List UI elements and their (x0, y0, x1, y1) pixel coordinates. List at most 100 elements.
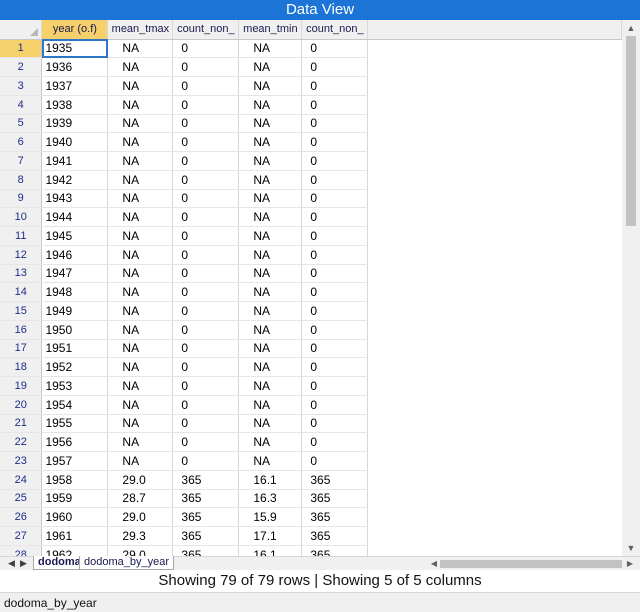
table-cell[interactable]: NA (238, 264, 303, 284)
table-row[interactable]: 14 1948 NA 0 NA 0 (0, 282, 622, 302)
column-header[interactable]: mean_tmin (238, 20, 303, 40)
row-number[interactable]: 22 (0, 432, 43, 452)
table-cell[interactable]: 0 (172, 57, 240, 77)
row-number[interactable]: 10 (0, 207, 43, 227)
table-cell[interactable]: 1935 (41, 39, 109, 59)
table-cell[interactable]: 0 (301, 339, 369, 359)
row-number[interactable]: 17 (0, 339, 43, 359)
row-number[interactable]: 19 (0, 376, 43, 396)
table-cell[interactable]: 1941 (41, 151, 109, 171)
table-cell[interactable]: NA (238, 207, 303, 227)
table-row[interactable]: 15 1949 NA 0 NA 0 (0, 301, 622, 321)
table-cell[interactable]: NA (107, 451, 174, 471)
table-cell[interactable]: 16.1 (238, 470, 303, 490)
table-cell[interactable]: 0 (301, 189, 369, 209)
table-cell[interactable]: 365 (172, 470, 240, 490)
table-cell[interactable]: NA (238, 226, 303, 246)
row-number[interactable]: 27 (0, 526, 43, 546)
table-cell[interactable]: 1957 (41, 451, 109, 471)
table-cell[interactable]: NA (238, 189, 303, 209)
table-cell[interactable]: 365 (301, 545, 369, 556)
row-number[interactable]: 25 (0, 489, 43, 509)
table-cell[interactable]: NA (107, 170, 174, 190)
table-cell[interactable]: 1945 (41, 226, 109, 246)
table-cell[interactable]: 0 (301, 226, 369, 246)
table-cell[interactable]: 15.9 (238, 507, 303, 527)
row-number[interactable]: 12 (0, 245, 43, 265)
table-cell[interactable]: 29.3 (107, 526, 174, 546)
table-row[interactable]: 26 1960 29.0 365 15.9 365 (0, 507, 622, 527)
table-cell[interactable]: NA (238, 76, 303, 96)
table-cell[interactable]: 0 (301, 57, 369, 77)
table-cell[interactable]: 365 (172, 526, 240, 546)
table-cell[interactable]: NA (238, 114, 303, 134)
table-cell[interactable]: 17.1 (238, 526, 303, 546)
row-number[interactable]: 7 (0, 151, 43, 171)
table-cell[interactable]: 0 (172, 170, 240, 190)
table-cell[interactable]: NA (107, 57, 174, 77)
table-cell[interactable]: 365 (301, 489, 369, 509)
column-header[interactable]: year (o.f) (41, 20, 109, 40)
table-cell[interactable]: NA (107, 395, 174, 415)
table-cell[interactable]: 0 (301, 207, 369, 227)
table-cell[interactable]: NA (107, 301, 174, 321)
row-number[interactable]: 3 (0, 76, 43, 96)
table-cell[interactable]: 0 (301, 320, 369, 340)
table-cell[interactable]: 0 (301, 432, 369, 452)
table-cell[interactable]: NA (107, 339, 174, 359)
vertical-scroll-thumb[interactable] (626, 36, 636, 226)
table-cell[interactable]: 1937 (41, 76, 109, 96)
row-number[interactable]: 9 (0, 189, 43, 209)
horizontal-scroll-thumb[interactable] (440, 560, 622, 568)
table-cell[interactable]: 365 (172, 489, 240, 509)
table-cell[interactable]: NA (107, 414, 174, 434)
table-cell[interactable]: NA (107, 76, 174, 96)
row-number[interactable]: 4 (0, 95, 43, 115)
table-cell[interactable]: 1962 (41, 545, 109, 556)
table-cell[interactable]: NA (238, 39, 303, 59)
table-cell[interactable]: 0 (172, 376, 240, 396)
table-row[interactable]: 27 1961 29.3 365 17.1 365 (0, 526, 622, 546)
table-cell[interactable]: 1948 (41, 282, 109, 302)
table-cell[interactable]: NA (238, 151, 303, 171)
table-row[interactable]: 8 1942 NA 0 NA 0 (0, 170, 622, 190)
table-cell[interactable]: 28.7 (107, 489, 174, 509)
table-cell[interactable]: NA (107, 357, 174, 377)
table-cell[interactable]: NA (238, 282, 303, 302)
table-cell[interactable]: 0 (172, 414, 240, 434)
table-cell[interactable]: NA (107, 264, 174, 284)
scroll-right-arrow-icon[interactable]: ▶ (624, 557, 636, 570)
table-cell[interactable]: 0 (301, 414, 369, 434)
table-cell[interactable]: NA (238, 432, 303, 452)
table-row[interactable]: 28 1962 29.0 365 16.1 365 (0, 545, 622, 556)
table-row[interactable]: 17 1951 NA 0 NA 0 (0, 339, 622, 359)
table-cell[interactable]: 1954 (41, 395, 109, 415)
table-cell[interactable]: NA (107, 151, 174, 171)
table-cell[interactable]: 0 (301, 395, 369, 415)
table-row[interactable]: 10 1944 NA 0 NA 0 (0, 207, 622, 227)
table-row[interactable]: 3 1937 NA 0 NA 0 (0, 76, 622, 96)
table-cell[interactable]: NA (107, 282, 174, 302)
table-cell[interactable]: 1943 (41, 189, 109, 209)
table-cell[interactable]: NA (107, 114, 174, 134)
table-cell[interactable]: 0 (301, 132, 369, 152)
table-cell[interactable]: 0 (172, 432, 240, 452)
sheet-tab-dodoma-by-year[interactable]: dodoma_by_year (79, 556, 175, 570)
table-cell[interactable]: NA (238, 395, 303, 415)
table-cell[interactable]: NA (238, 57, 303, 77)
row-number[interactable]: 1 (0, 39, 43, 59)
next-sheet-arrow-icon[interactable]: ▶ (20, 557, 27, 570)
vertical-scrollbar[interactable]: ▲ ▼ (622, 20, 640, 556)
table-cell[interactable]: 0 (172, 132, 240, 152)
table-cell[interactable]: 0 (172, 357, 240, 377)
data-grid[interactable]: year (o.f) mean_tmax count_non_ mean_tmi… (0, 20, 622, 556)
first-sheet-arrow-icon[interactable]: ◀ (8, 557, 15, 570)
table-cell[interactable]: 0 (301, 357, 369, 377)
table-cell[interactable]: 0 (172, 76, 240, 96)
scroll-left-arrow-icon[interactable]: ◀ (428, 557, 440, 570)
table-row[interactable]: 5 1939 NA 0 NA 0 (0, 114, 622, 134)
table-cell[interactable]: 0 (301, 282, 369, 302)
row-number[interactable]: 13 (0, 264, 43, 284)
table-cell[interactable]: 1958 (41, 470, 109, 490)
table-row[interactable]: 2 1936 NA 0 NA 0 (0, 57, 622, 77)
